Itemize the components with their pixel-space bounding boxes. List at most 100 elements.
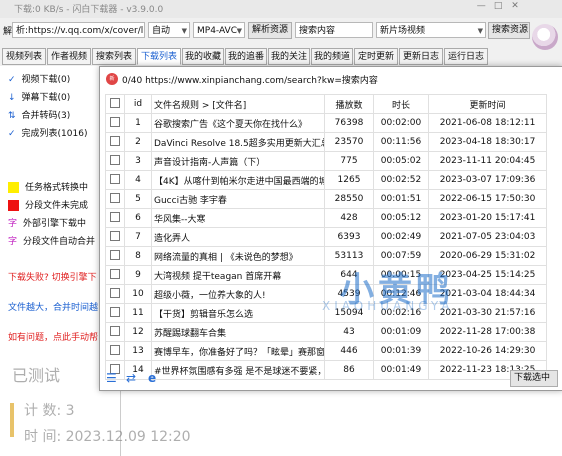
select-all-checkbox[interactable] <box>105 94 125 114</box>
table-row[interactable]: 12 苏醒踢球翻车合集 43 00:01:09 2022-11-28 17:00:38 <box>105 322 547 342</box>
tab-my-anime[interactable]: 我的追番 <box>225 48 267 65</box>
row-checkbox[interactable] <box>105 341 125 361</box>
row-plays: 428 <box>324 208 374 228</box>
search-button[interactable]: 搜索资源 <box>488 22 530 39</box>
row-checkbox[interactable] <box>105 132 125 152</box>
table-row[interactable]: 13 赛博早车，你准备好了吗？「眩晕」赛那窗GI 446 00:01:39 2022-1… <box>105 341 547 361</box>
tab-channels[interactable]: 我的频道 <box>311 48 353 65</box>
row-update-time: 2023-11-11 20:04:45 <box>428 151 547 171</box>
tab-bar: 视频列表 作者视频 搜索列表 下载列表 我的收藏 我的追番 我的关注 我的频道 … <box>0 48 520 66</box>
sidebar-item-merge-transcode[interactable]: ⇅ 合并转码(3) <box>8 108 70 121</box>
sidebar-item-completed[interactable]: ✓ 完成列表(1016) <box>8 126 87 139</box>
url-input[interactable]: 析:https://v.qq.com/x/cover/l <box>12 22 145 38</box>
tab-scheduled-update[interactable]: 定时更新 <box>354 48 398 65</box>
select-list-icon[interactable]: ☰ <box>106 371 117 385</box>
row-checkbox[interactable] <box>105 246 125 266</box>
parse-label: 解 <box>3 27 13 37</box>
legend-incomplete: 分段文件未完成 <box>8 198 88 211</box>
sidebar-item-video-download[interactable]: ✓ 视频下载(0) <box>8 72 70 85</box>
minimize-icon[interactable]: — <box>474 1 488 11</box>
column-header-filename[interactable]: 文件名规则 > [文件名] <box>151 94 325 114</box>
row-id: 4 <box>124 170 152 190</box>
chevron-down-icon: ▼ <box>181 27 187 35</box>
format-select[interactable]: MP4-AVC ▼ <box>193 22 245 38</box>
row-checkbox[interactable] <box>105 227 125 247</box>
search-input[interactable]: 搜索内容 <box>295 22 373 38</box>
column-header-id[interactable]: id <box>124 94 152 114</box>
tab-search-list[interactable]: 搜索列表 <box>92 48 136 65</box>
char-icon: 字 <box>8 237 18 247</box>
column-header-duration[interactable]: 时长 <box>373 94 429 114</box>
row-id: 5 <box>124 189 152 209</box>
close-icon[interactable]: ✕ <box>508 1 522 11</box>
row-checkbox[interactable] <box>105 322 125 342</box>
row-checkbox[interactable] <box>105 303 125 323</box>
row-filename: 赛博早车，你准备好了吗？「眩晕」赛那窗GI <box>151 341 325 361</box>
row-checkbox[interactable] <box>105 189 125 209</box>
download-arrow-icon: ↓ <box>8 93 16 103</box>
note-manual-help[interactable]: 如有问题，点此手动帮 <box>8 330 98 343</box>
row-duration: 00:11:56 <box>373 132 429 152</box>
avatar[interactable] <box>532 24 558 50</box>
row-checkbox[interactable] <box>105 113 125 133</box>
row-id: 9 <box>124 265 152 285</box>
column-header-plays[interactable]: 播放数 <box>324 94 374 114</box>
table-row[interactable]: 5 Gucci古驰 李宇春 28550 00:01:51 2022-06-15 17:5… <box>105 189 547 209</box>
column-header-update-time[interactable]: 更新时间 <box>428 94 547 114</box>
tab-video-list[interactable]: 视频列表 <box>2 48 46 65</box>
tab-author-videos[interactable]: 作者视频 <box>47 48 91 65</box>
tab-download-list[interactable]: 下载列表 <box>137 48 181 65</box>
tab-following[interactable]: 我的关注 <box>268 48 310 65</box>
invert-selection-icon[interactable]: ⇄ <box>126 371 136 385</box>
table-header-row: id 文件名规则 > [文件名] 播放数 时长 更新时间 <box>105 94 547 114</box>
table-row[interactable]: 6 华风集--大寒 428 00:05:12 2023-01-20 15:17:41 <box>105 208 547 228</box>
row-filename: 大湾视频 提干teagan 首席开幕 <box>151 265 325 285</box>
row-update-time: 2022-06-15 17:50:30 <box>428 189 547 209</box>
row-checkbox[interactable] <box>105 170 125 190</box>
row-checkbox[interactable] <box>105 151 125 171</box>
row-filename: 【4K】从喀什到帕米尔走进中国最西端的城市 <box>151 170 325 190</box>
row-id: 3 <box>124 151 152 171</box>
download-selected-button[interactable]: 下载选中 <box>510 370 558 387</box>
sidebar-item-danmaku-download[interactable]: ↓ 弹幕下载(0) <box>8 90 70 103</box>
row-filename: Gucci古驰 李宇春 <box>151 189 325 209</box>
row-checkbox[interactable] <box>105 208 125 228</box>
table-row[interactable]: 7 造化弄人 6393 00:02:49 2021-07-05 23:04:03 <box>105 227 547 247</box>
table-row[interactable]: 8 网络流量的真相 | 《未说色的梦想》 53113 00:07:59 2020-06-… <box>105 246 547 266</box>
row-update-time: 2023-03-07 17:09:36 <box>428 170 547 190</box>
row-id: 8 <box>124 246 152 266</box>
row-filename: 谷歌搜索广告《这个夏天你在找什么》 <box>151 113 325 133</box>
tab-favorites[interactable]: 我的收藏 <box>182 48 224 65</box>
parse-button[interactable]: 解析资源 <box>248 22 292 39</box>
site-select[interactable]: 新片场视频 ▼ <box>376 22 486 38</box>
table-row[interactable]: 2 DaVinci Resolve 18.5超多实用更新大汇总 2 23570 00:… <box>105 132 547 152</box>
table-row[interactable]: 3 声音设计指南-人声篇（下） 775 00:05:02 2023-11-11 20:0… <box>105 151 547 171</box>
table-row[interactable]: 9 大湾视频 提干teagan 首席开幕 644 00:00:15 2023-04-25… <box>105 265 547 285</box>
row-update-time: 2022-10-26 14:29:30 <box>428 341 547 361</box>
row-update-time: 2022-11-28 17:00:38 <box>428 322 547 342</box>
tab-run-log[interactable]: 运行日志 <box>444 48 488 65</box>
note-merge-time: 文件越大，合并时间越 <box>8 303 99 313</box>
row-plays: 43 <box>324 322 374 342</box>
table-row[interactable]: 1 谷歌搜索广告《这个夏天你在找什么》 76398 00:02:00 2021-06-0… <box>105 113 547 133</box>
row-duration: 00:01:39 <box>373 341 429 361</box>
row-duration: 00:05:02 <box>373 151 429 171</box>
row-id: 12 <box>124 322 152 342</box>
row-checkbox[interactable] <box>105 284 125 304</box>
row-duration: 00:01:51 <box>373 189 429 209</box>
dialog-footer: ☰ ⇄ e 下载选中 <box>100 367 562 389</box>
table-row[interactable]: 4 【4K】从喀什到帕米尔走进中国最西端的城市 1265 00:02:52 2023-0… <box>105 170 547 190</box>
yellow-swatch <box>8 182 19 193</box>
row-filename: 超级小薇，一位养大象的人! <box>151 284 325 304</box>
row-plays: 6393 <box>324 227 374 247</box>
chevron-down-icon: ▼ <box>236 27 242 35</box>
legend-external-engine: 字外部引擎下载中 <box>8 219 87 229</box>
maximize-icon[interactable]: □ <box>491 1 505 11</box>
mode-select[interactable]: 自动 ▼ <box>148 22 190 38</box>
accent-bar <box>10 403 14 437</box>
tab-changelog[interactable]: 更新日志 <box>399 48 443 65</box>
row-checkbox[interactable] <box>105 265 125 285</box>
title-bar: 下载:0 KB/s - 闪白下载器 - v3.9.0.0 — □ ✕ <box>0 0 562 18</box>
note-switch-engine[interactable]: 下载失败? 切换引擎下 <box>8 270 97 283</box>
browser-icon[interactable]: e <box>148 371 156 385</box>
